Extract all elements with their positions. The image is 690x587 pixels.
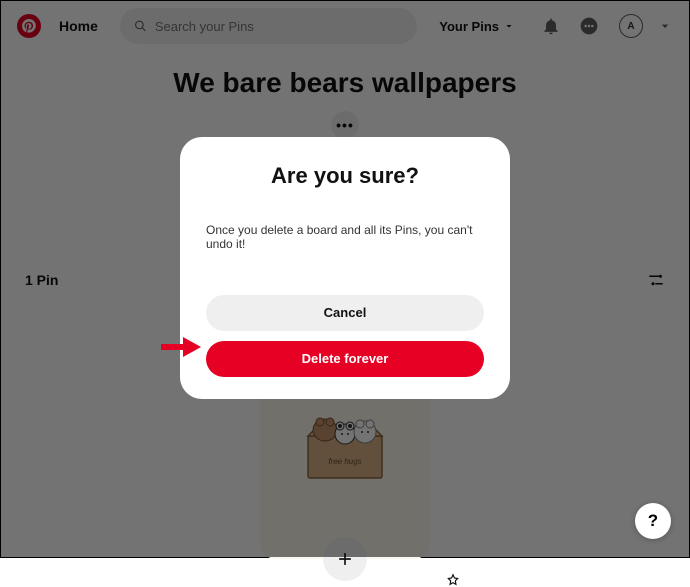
- modal-title: Are you sure?: [206, 163, 484, 189]
- cancel-button[interactable]: Cancel: [206, 295, 484, 331]
- help-button[interactable]: ?: [635, 503, 671, 539]
- delete-forever-button[interactable]: Delete forever: [206, 341, 484, 377]
- annotation-arrow-icon: [161, 337, 201, 357]
- modal-description: Once you delete a board and all its Pins…: [206, 223, 484, 251]
- delete-confirm-modal: Are you sure? Once you delete a board an…: [180, 137, 510, 399]
- star-icon[interactable]: [446, 573, 460, 587]
